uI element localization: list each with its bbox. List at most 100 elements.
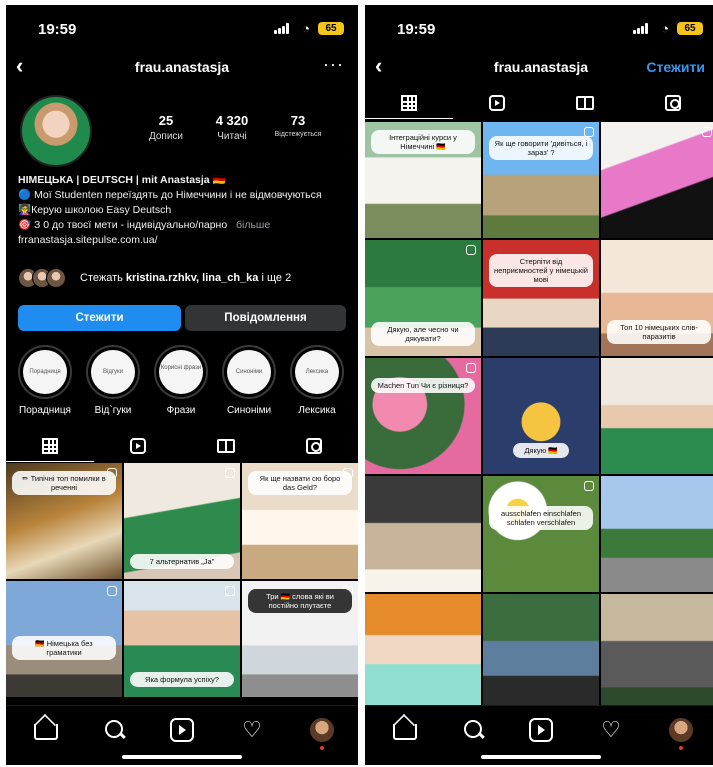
posts-grid: Інтеграційні курси у Німеччині 🇩🇪 Як ще … xyxy=(365,122,713,710)
highlight-synonimy[interactable]: Синоніми Синоніми xyxy=(218,345,280,416)
tab-tagged[interactable] xyxy=(629,89,713,119)
home-icon[interactable] xyxy=(393,724,417,740)
reels-icon[interactable] xyxy=(529,718,553,742)
highlight-label: Лексика xyxy=(298,405,336,416)
post-tile[interactable]: Як ще назвати сю боро das Geld? xyxy=(242,463,358,579)
follow-link[interactable]: Стежити xyxy=(646,59,705,75)
post-tile[interactable]: Machen Tun Чи є різниця? xyxy=(365,358,481,474)
tab-guides[interactable] xyxy=(541,89,629,119)
post-tile[interactable] xyxy=(601,476,713,592)
profile-screen-right: 19:59 ◔ 65 ‹ frau.anastasja Стежити Інте… xyxy=(365,5,713,765)
post-tile[interactable] xyxy=(601,122,713,238)
grid-icon xyxy=(401,95,417,111)
tab-tagged[interactable] xyxy=(270,432,358,462)
profile-avatar[interactable] xyxy=(20,95,92,167)
status-time: 19:59 xyxy=(38,21,77,38)
highlight-label: Фрази xyxy=(166,405,196,416)
bio-line-1: 🔵 Мої Studenten переїздять до Німеччини … xyxy=(18,189,322,201)
followed-by-text: Стежать kristina.rzhkv, lina_ch_ka і ще … xyxy=(80,272,292,284)
highlight-label: Від`гуки xyxy=(94,405,132,416)
post-tile[interactable]: Як ще говорити 'дивіться, і зараз' ? xyxy=(483,122,599,238)
stat-following-label: Відстежується xyxy=(274,131,322,138)
stat-posts[interactable]: 25 Дописи xyxy=(131,113,201,142)
post-tile[interactable]: ausschlafen einschlafen schlafen verschl… xyxy=(483,476,599,592)
more-options-icon[interactable]: ··· xyxy=(323,54,344,75)
tab-posts[interactable] xyxy=(6,432,94,462)
search-icon[interactable] xyxy=(103,718,127,742)
highlight-leksyka[interactable]: Лексика Лексика xyxy=(286,345,348,416)
post-tile[interactable]: 7 альтернатив „Ja" xyxy=(124,463,240,579)
tab-reels[interactable] xyxy=(94,432,182,462)
message-button[interactable]: Повідомлення xyxy=(185,305,346,331)
highlight-poradnytsia[interactable]: Порадниця Порадниця xyxy=(14,345,76,416)
highlight-cover: Корисні фрази xyxy=(159,350,203,394)
profile-avatar-icon[interactable] xyxy=(310,718,334,750)
reel-icon xyxy=(466,245,476,255)
post-tile[interactable]: ✏ Типічні топ помилки в реченні xyxy=(6,463,122,579)
post-tile[interactable] xyxy=(483,594,599,710)
bottom-nav: ♡ xyxy=(365,705,713,765)
reel-icon xyxy=(702,127,712,137)
tab-guides[interactable] xyxy=(182,432,270,462)
post-tile[interactable] xyxy=(365,476,481,592)
bottom-nav: ♡ xyxy=(6,705,358,765)
reel-icon xyxy=(584,481,594,491)
profile-header: ‹ frau.anastasja Стежити xyxy=(365,53,713,83)
reel-icon xyxy=(225,586,235,596)
tab-posts[interactable] xyxy=(365,89,453,119)
stat-posts-count: 25 xyxy=(158,113,174,128)
reels-icon[interactable] xyxy=(170,718,194,742)
grid-icon xyxy=(42,438,58,454)
post-tile[interactable]: Інтеграційні курси у Німеччині 🇩🇪 xyxy=(365,122,481,238)
reel-icon xyxy=(225,468,235,478)
post-tile[interactable]: Стерпіти від неприємностей у німецькій м… xyxy=(483,240,599,356)
guides-icon xyxy=(217,439,235,453)
post-tile[interactable]: Топ 10 німецьких слів-паразитів xyxy=(601,240,713,356)
highlight-label: Порадниця xyxy=(19,405,71,416)
bio-more-link[interactable]: більше xyxy=(236,219,270,231)
post-tile[interactable] xyxy=(601,358,713,474)
heart-icon[interactable]: ♡ xyxy=(240,718,264,742)
stat-following-count: 73 xyxy=(290,113,306,128)
highlight-cover: Синоніми xyxy=(227,350,271,394)
highlight-cover: Відгуки xyxy=(91,350,135,394)
highlight-frazy[interactable]: Корисні фрази Фрази xyxy=(150,345,212,416)
profile-avatar-icon[interactable] xyxy=(669,718,693,750)
search-icon[interactable] xyxy=(462,718,486,742)
stat-followers-count: 4 320 xyxy=(215,113,249,128)
profile-tabs xyxy=(6,432,358,462)
home-indicator xyxy=(122,755,242,759)
posts-grid: ✏ Типічні топ помилки в реченні 7 альтер… xyxy=(6,463,358,697)
post-tile[interactable]: Дякую 🇩🇪 xyxy=(483,358,599,474)
stat-posts-label: Дописи xyxy=(148,131,184,142)
stat-followers[interactable]: 4 320 Читачі xyxy=(197,113,267,142)
post-tile[interactable] xyxy=(365,594,481,710)
post-tile[interactable]: Дякую, але чесно чи дякувати? xyxy=(365,240,481,356)
post-tile[interactable]: Три 🇩🇪 слова які ви постійно плутаєте xyxy=(242,581,358,697)
stat-followers-label: Читачі xyxy=(217,131,247,142)
bio-name: НІМЕЦЬКА | DEUTSCH | mit Anastasja 🇩🇪 xyxy=(18,174,226,186)
status-bar: 19:59 ◔ 65 xyxy=(6,5,358,53)
guides-icon xyxy=(576,96,594,110)
post-tile[interactable]: 🇩🇪 Німецька без граматики xyxy=(6,581,122,697)
tagged-icon xyxy=(306,438,322,454)
post-tile[interactable]: Яка формула успіху? xyxy=(124,581,240,697)
reels-icon xyxy=(130,438,146,454)
status-time: 19:59 xyxy=(397,21,436,38)
home-indicator xyxy=(481,755,601,759)
bio-link[interactable]: frranastasja.sitepulse.com.ua/ xyxy=(18,233,348,248)
wifi-icon: ◔ xyxy=(302,21,310,36)
home-icon[interactable] xyxy=(34,724,58,740)
battery-indicator: 65 xyxy=(318,22,344,35)
follow-button[interactable]: Стежити xyxy=(18,305,181,331)
tagged-icon xyxy=(665,95,681,111)
follower-avatar xyxy=(46,268,66,288)
bio-line-3: 🎯 З 0 до твоєї мети - індивідуально/парн… xyxy=(18,219,271,231)
highlight-vidguky[interactable]: Відгуки Від`гуки xyxy=(82,345,144,416)
highlight-cover: Порадниця xyxy=(23,350,67,394)
heart-icon[interactable]: ♡ xyxy=(599,718,623,742)
tab-reels[interactable] xyxy=(453,89,541,119)
stat-following[interactable]: 73 Відстежується xyxy=(263,113,333,138)
profile-screen-left: 19:59 ◔ 65 ‹ frau.anastasja ··· 25 Допис… xyxy=(6,5,358,765)
post-tile[interactable] xyxy=(601,594,713,710)
